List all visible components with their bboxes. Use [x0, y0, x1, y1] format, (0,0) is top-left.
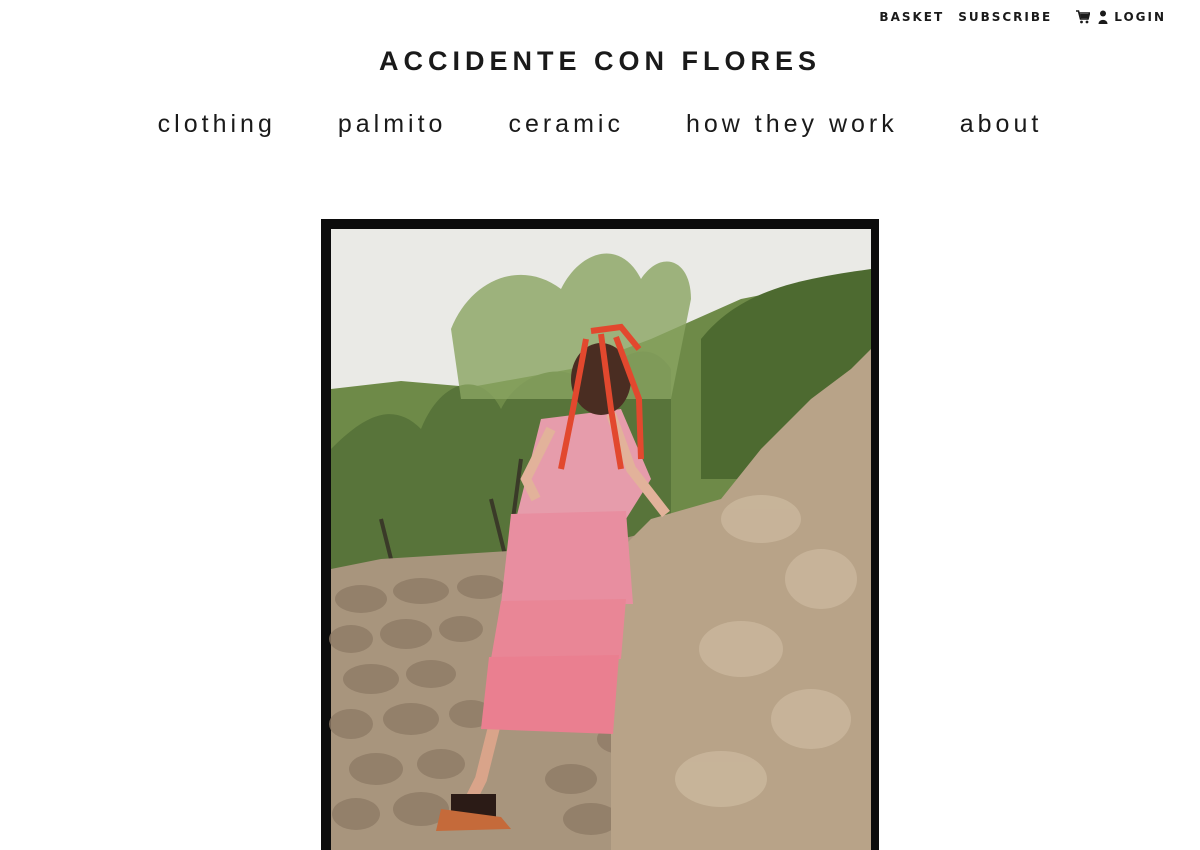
hero-photo — [321, 219, 879, 850]
nav-item-palmito[interactable]: palmito — [338, 110, 447, 139]
hero-image[interactable] — [321, 219, 879, 850]
cart-icon[interactable] — [1076, 10, 1091, 24]
basket-link[interactable]: BASKET — [879, 10, 944, 24]
nav-item-how-they-work[interactable]: how they work — [686, 110, 898, 139]
main-nav: clothing palmito ceramic how they work a… — [0, 110, 1200, 139]
nav-item-clothing[interactable]: clothing — [158, 110, 276, 139]
site-title[interactable]: ACCIDENTE CON FLORES — [0, 46, 1200, 77]
user-icon[interactable] — [1098, 10, 1108, 24]
subscribe-link[interactable]: SUBSCRIBE — [958, 10, 1052, 24]
nav-item-about[interactable]: about — [960, 110, 1043, 139]
login-link[interactable]: LOGIN — [1114, 10, 1166, 24]
utility-bar: BASKET SUBSCRIBE LOGIN — [879, 8, 1166, 26]
nav-item-ceramic[interactable]: ceramic — [508, 110, 624, 139]
